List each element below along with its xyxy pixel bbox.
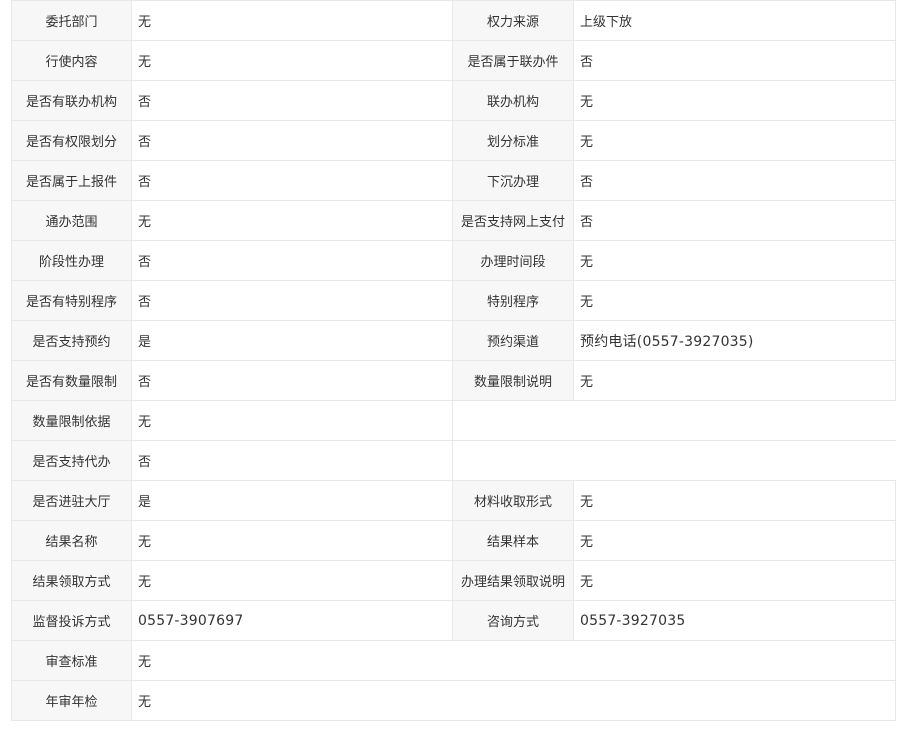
field-label: 下沉办理 [452, 160, 574, 201]
field-label: 结果名称 [11, 520, 132, 561]
table-row: 结果领取方式 无 办理结果领取说明 无 [11, 560, 896, 601]
field-label: 是否有特别程序 [11, 280, 132, 321]
table-row: 是否有权限划分 否 划分标准 无 [11, 120, 896, 161]
field-value: 否 [573, 40, 896, 81]
field-label: 结果样本 [452, 520, 574, 561]
field-value: 否 [131, 160, 453, 201]
field-value: 无 [573, 520, 896, 561]
field-label: 划分标准 [452, 120, 574, 161]
field-label: 年审年检 [11, 680, 132, 721]
table-row: 通办范围 无 是否支持网上支付 否 [11, 200, 896, 241]
field-label: 是否属于联办件 [452, 40, 574, 81]
field-value: 否 [131, 360, 453, 401]
field-label: 监督投诉方式 [11, 600, 132, 641]
field-label: 是否进驻大厅 [11, 480, 132, 521]
field-label: 咨询方式 [452, 600, 574, 641]
field-label: 审查标准 [11, 640, 132, 681]
field-label: 委托部门 [11, 0, 132, 41]
table-row: 是否进驻大厅 是 材料收取形式 无 [11, 480, 896, 521]
field-value: 无 [131, 640, 896, 681]
field-value: 否 [573, 160, 896, 201]
table-row: 结果名称 无 结果样本 无 [11, 520, 896, 561]
table-row: 审查标准 无 [11, 640, 896, 681]
field-value: 无 [131, 0, 453, 41]
table-row: 行使内容 无 是否属于联办件 否 [11, 40, 896, 81]
field-value: 无 [573, 240, 896, 281]
field-value: 否 [131, 120, 453, 161]
field-label: 结果领取方式 [11, 560, 132, 601]
field-value: 无 [131, 520, 453, 561]
field-label: 通办范围 [11, 200, 132, 241]
field-value: 否 [131, 80, 453, 121]
field-label: 是否支持预约 [11, 320, 132, 361]
field-value: 无 [131, 680, 896, 721]
table-row: 年审年检 无 [11, 680, 896, 721]
field-value: 无 [573, 480, 896, 521]
field-label: 数量限制依据 [11, 400, 132, 441]
field-value: 无 [131, 40, 453, 81]
empty-cell [452, 400, 896, 441]
field-label: 是否有联办机构 [11, 80, 132, 121]
field-value: 无 [573, 360, 896, 401]
table-row: 是否支持预约 是 预约渠道 预约电话(0557-3927035) [11, 320, 896, 361]
field-value: 无 [573, 280, 896, 321]
field-label: 是否有权限划分 [11, 120, 132, 161]
service-info-table: 委托部门 无 权力来源 上级下放 行使内容 无 是否属于联办件 否 是否有联办机… [11, 0, 896, 721]
field-value: 否 [131, 240, 453, 281]
table-row: 是否有特别程序 否 特别程序 无 [11, 280, 896, 321]
field-value: 无 [573, 560, 896, 601]
field-value: 0557-3927035 [573, 600, 896, 641]
field-value: 否 [131, 280, 453, 321]
field-value: 无 [131, 560, 453, 601]
field-value: 否 [573, 200, 896, 241]
table-row: 数量限制依据 无 [11, 400, 896, 441]
field-label: 是否支持网上支付 [452, 200, 574, 241]
field-label: 是否有数量限制 [11, 360, 132, 401]
field-value: 上级下放 [573, 0, 896, 41]
field-value: 是 [131, 480, 453, 521]
table-row: 是否有联办机构 否 联办机构 无 [11, 80, 896, 121]
field-label: 是否属于上报件 [11, 160, 132, 201]
field-label: 阶段性办理 [11, 240, 132, 281]
table-row: 阶段性办理 否 办理时间段 无 [11, 240, 896, 281]
field-label: 数量限制说明 [452, 360, 574, 401]
field-label: 联办机构 [452, 80, 574, 121]
table-row: 监督投诉方式 0557-3907697 咨询方式 0557-3927035 [11, 600, 896, 641]
field-value: 0557-3907697 [131, 600, 453, 641]
field-label: 办理结果领取说明 [452, 560, 574, 601]
info-table-container: 委托部门 无 权力来源 上级下放 行使内容 无 是否属于联办件 否 是否有联办机… [11, 0, 896, 721]
field-value: 无 [573, 80, 896, 121]
field-label: 预约渠道 [452, 320, 574, 361]
field-label: 材料收取形式 [452, 480, 574, 521]
field-label: 办理时间段 [452, 240, 574, 281]
field-label: 特别程序 [452, 280, 574, 321]
empty-cell [452, 440, 896, 481]
field-value: 预约电话(0557-3927035) [573, 320, 896, 361]
table-row: 委托部门 无 权力来源 上级下放 [11, 0, 896, 41]
field-value: 无 [131, 200, 453, 241]
field-label: 行使内容 [11, 40, 132, 81]
field-value: 无 [131, 400, 453, 441]
table-row: 是否有数量限制 否 数量限制说明 无 [11, 360, 896, 401]
field-value: 否 [131, 440, 453, 481]
table-row: 是否属于上报件 否 下沉办理 否 [11, 160, 896, 201]
field-value: 是 [131, 320, 453, 361]
table-row: 是否支持代办 否 [11, 440, 896, 481]
field-label: 权力来源 [452, 0, 574, 41]
field-value: 无 [573, 120, 896, 161]
field-label: 是否支持代办 [11, 440, 132, 481]
